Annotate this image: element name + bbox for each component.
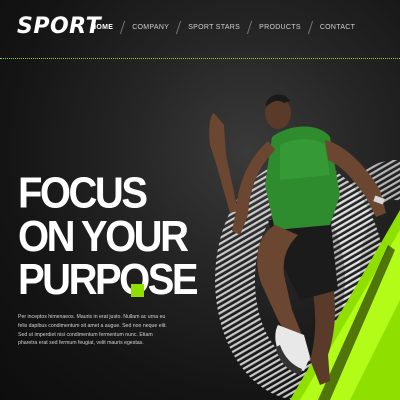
headline-line-2: ON YOUR xyxy=(18,213,189,261)
nav-item-products[interactable]: PRODUCTS xyxy=(250,24,310,31)
header-divider xyxy=(0,58,400,59)
nav-item-company[interactable]: COMPANY xyxy=(123,24,178,31)
nav-item-sport-stars[interactable]: SPORT STARS xyxy=(179,24,249,31)
nav-item-contact[interactable]: CONTACT xyxy=(311,24,364,31)
accent-square xyxy=(131,284,144,297)
main-nav: HOME COMPANY SPORT STARS PRODUCTS CONTAC… xyxy=(82,20,364,34)
nav-item-home[interactable]: HOME xyxy=(82,24,122,31)
hero-stage: SPORT HOME COMPANY SPORT STARS PRODUCTS … xyxy=(0,0,400,400)
hero-headline: FOCUS ON YOUR PURPOSE xyxy=(18,169,199,304)
headline-line-3: PURPOSE xyxy=(18,256,199,304)
site-header: SPORT HOME COMPANY SPORT STARS PRODUCTS … xyxy=(0,0,400,58)
headline-line-1: FOCUS xyxy=(18,169,148,218)
hero-body-text: Per inceptos himenaeos. Mauris in erat j… xyxy=(18,314,167,347)
runner-image xyxy=(209,94,386,385)
